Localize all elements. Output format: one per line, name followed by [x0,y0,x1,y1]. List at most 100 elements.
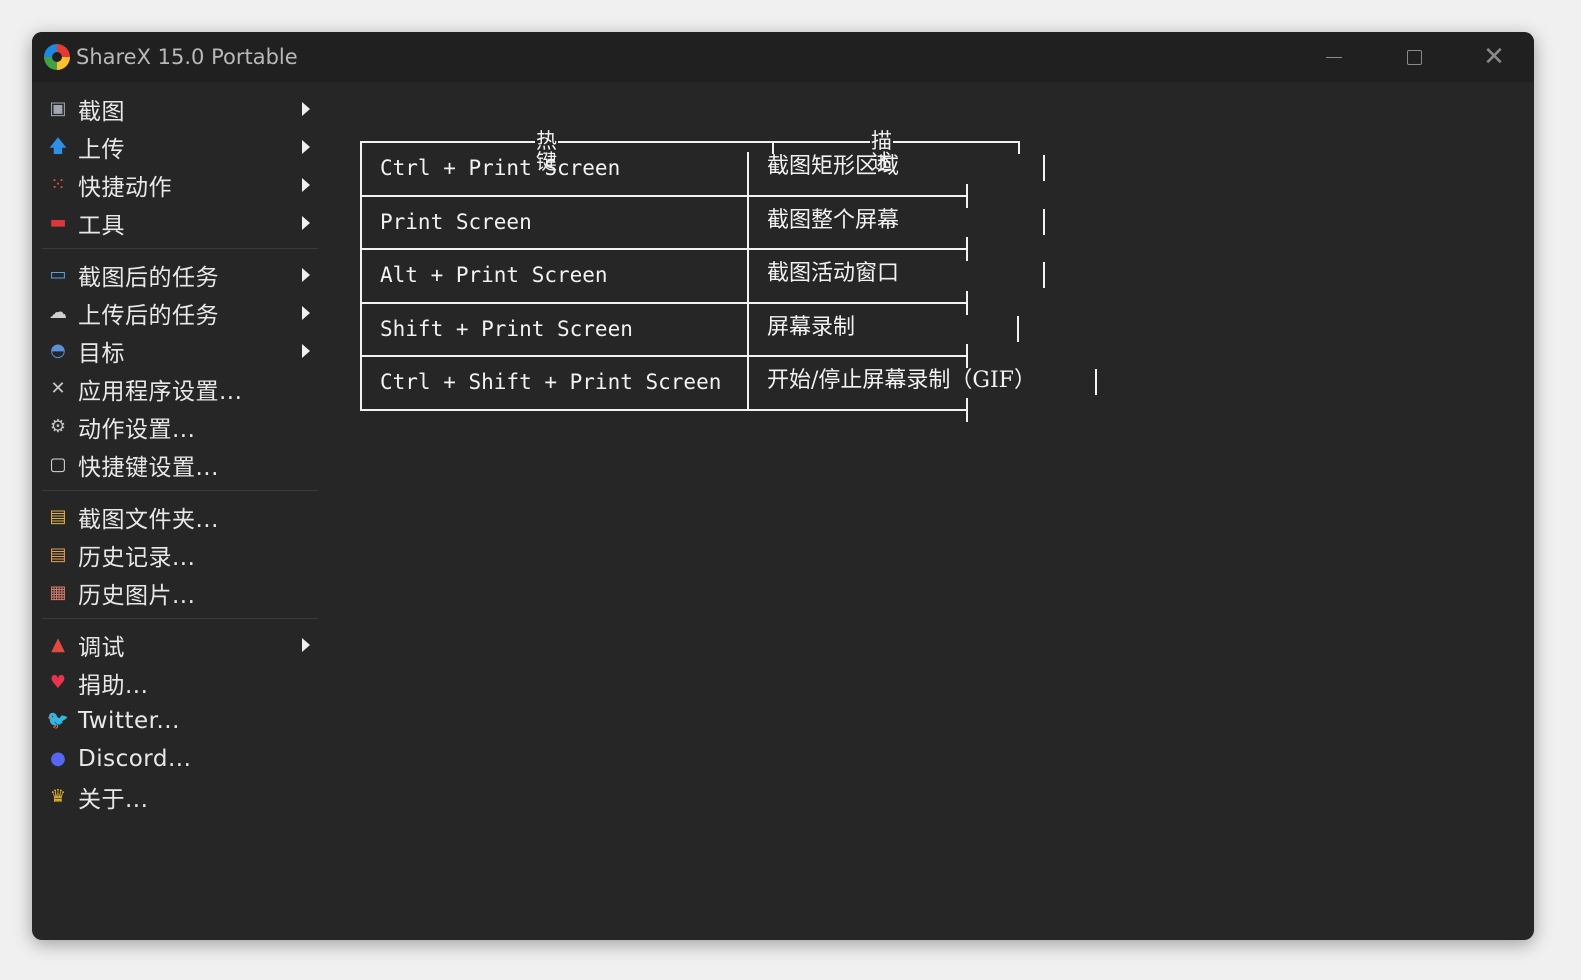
menu-item-label: 捐助... [78,673,149,699]
discord-icon: ● [50,748,66,769]
twitter-bird-icon: 🐦 [46,710,70,731]
hotkey-cell: Print Screen [380,209,532,234]
menu-item-label: 应用程序设置... [78,379,243,405]
menu-item[interactable]: 🐦 Twitter... [32,702,324,740]
menu-item[interactable]: ☁ 上传后的任务 [32,294,324,332]
menu-item-label: 调试 [78,635,125,661]
menu-item[interactable]: ✕ 应用程序设置... [32,370,324,408]
sharex-window: ShareX 15.0 Portable ✕ ▣ 截图 🡅 上传 ⁙ 快捷动作 ▬ 工具 ▭ 截图… [32,32,1534,940]
folder-icon: ▤ [49,506,67,527]
hotkey-cell: Alt + Print Screen [380,263,608,287]
row-right-bar [1043,208,1045,235]
menu-item[interactable]: ▦ 历史图片... [32,574,324,612]
sharex-logo-icon [44,44,70,70]
menu-item-label: 动作设置... [78,417,196,443]
dots-grid-icon: ⁙ [50,174,66,195]
row-tick [966,344,968,368]
header-divider [772,142,774,154]
crown-icon: ♛ [49,786,67,807]
submenu-arrow-icon [302,140,310,154]
row-tick [966,183,968,208]
submenu-arrow-icon [302,178,310,192]
table-left-border [360,142,362,410]
table-top-border [360,141,1020,143]
menu-item[interactable]: ⁙ 快捷动作 [32,166,324,204]
keyboard-icon: ▢ [49,454,67,475]
menu-item[interactable]: ♛ 关于... [32,778,324,816]
row-right-bar [1043,262,1045,288]
destination-icon: ◓ [50,340,66,361]
window-title: ShareX 15.0 Portable [76,45,298,69]
menu-item[interactable]: 🡅 上传 [32,128,324,166]
menu-item-label: 历史图片... [78,583,196,609]
caption-buttons: ✕ [1294,32,1534,82]
toolbox-icon: ▬ [49,212,67,233]
menu-item-label: 工具 [78,213,125,239]
menu-separator [32,242,324,256]
row-border [360,301,966,304]
title-bar[interactable]: ShareX 15.0 Portable ✕ [32,32,1534,82]
history-icon: ▤ [49,544,67,565]
menu-separator [32,484,324,498]
debug-cone-icon: ▲ [51,634,65,655]
close-button[interactable]: ✕ [1454,32,1534,82]
menu-item-label: Twitter... [78,708,180,734]
description-cell: 屏幕录制 [767,314,856,340]
row-border [360,194,966,197]
submenu-arrow-icon [302,306,310,320]
menu-item-label: 上传后的任务 [78,303,219,329]
menu-item[interactable]: ♥ 捐助... [32,664,324,702]
description-cell: 开始/停止屏幕录制（GIF） [767,368,1036,393]
menu-item-label: Discord... [78,746,192,772]
main-menu: ▣ 截图 🡅 上传 ⁙ 快捷动作 ▬ 工具 ▭ 截图后的任务 ☁ 上传后的任务 ◓ 目标 ✕ 应用程序设置..… [32,90,324,816]
heart-icon: ♥ [49,672,67,693]
header-right-edge [1018,142,1020,154]
minimize-button[interactable] [1294,32,1374,82]
image-history-icon: ▦ [49,582,67,603]
row-right-bar [1043,155,1045,181]
submenu-arrow-icon [302,344,310,358]
screenshot-icon: ▣ [49,98,67,119]
menu-item-label: 截图文件夹... [78,507,219,533]
menu-item-label: 上传 [78,137,125,163]
row-border [360,408,966,411]
menu-item[interactable]: ▬ 工具 [32,204,324,242]
menu-item-label: 目标 [78,341,125,367]
menu-item-label: 快捷键设置... [78,455,219,481]
menu-item[interactable]: ▤ 截图文件夹... [32,498,324,536]
upload-arrow-icon: 🡅 [48,136,68,157]
menu-separator [32,612,324,626]
row-tick [966,397,968,422]
menu-item-label: 关于... [78,787,149,813]
menu-item[interactable]: ⚙ 动作设置... [32,408,324,446]
gear-icon: ⚙ [49,416,67,437]
menu-item[interactable]: ▢ 快捷键设置... [32,446,324,484]
wrench-icon: ✕ [50,378,66,399]
submenu-arrow-icon [302,268,310,282]
submenu-arrow-icon [302,638,310,652]
menu-item-label: 历史记录... [78,545,196,571]
menu-item[interactable]: ▣ 截图 [32,90,324,128]
submenu-arrow-icon [302,216,310,230]
description-cell: 截图矩形区域 [767,154,900,179]
menu-item[interactable]: ● Discord... [32,740,324,778]
maximize-button[interactable] [1374,32,1454,82]
menu-item[interactable]: ▲ 调试 [32,626,324,664]
hotkey-cell: Shift + Print Screen [380,316,633,341]
row-right-bar [1017,315,1019,342]
menu-item[interactable]: ▭ 截图后的任务 [32,256,324,294]
menu-item-label: 截图 [78,99,125,125]
cloud-upload-icon: ☁ [49,302,67,323]
column-divider [747,152,749,410]
menu-item[interactable]: ▤ 历史记录... [32,536,324,574]
row-border [360,248,966,250]
description-cell: 截图活动窗口 [767,261,900,286]
menu-item[interactable]: ◓ 目标 [32,332,324,370]
hotkey-cell: Ctrl + Shift + Print Screen [380,370,722,394]
row-border [360,355,966,357]
description-cell: 截图整个屏幕 [767,207,900,233]
row-right-bar [1095,369,1097,395]
after-capture-icon: ▭ [49,264,67,285]
row-tick [966,237,968,261]
hotkey-cell: Ctrl + Print Screen [380,156,621,180]
